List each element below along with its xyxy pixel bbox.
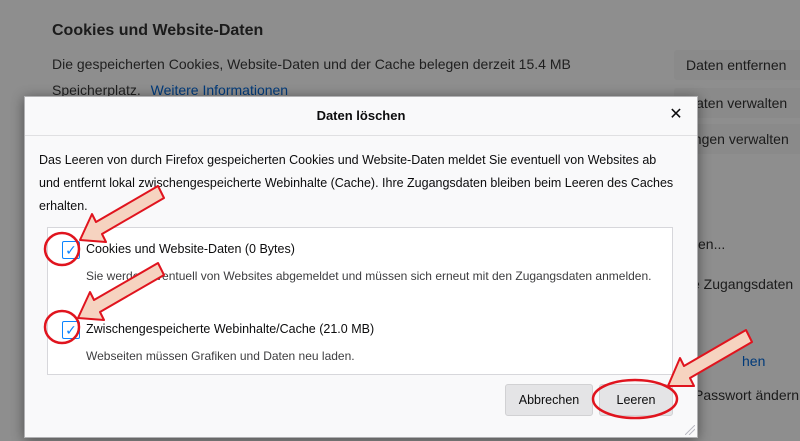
dialog-header: Daten löschen ✕ xyxy=(25,97,697,136)
cookies-checkbox[interactable]: ✓ xyxy=(62,241,80,259)
dialog-title: Daten löschen xyxy=(316,108,406,123)
remove-data-button[interactable]: Daten entfernen xyxy=(674,50,800,80)
background-link-3: hen xyxy=(742,353,766,369)
section-heading: Cookies und Website-Daten xyxy=(52,22,264,39)
resize-grip-icon[interactable] xyxy=(685,425,695,435)
storage-description: Die gespeicherten Cookies, Website-Daten… xyxy=(52,56,571,98)
close-icon[interactable]: ✕ xyxy=(667,106,685,124)
background-text-2: e Zugangsdaten xyxy=(692,276,794,292)
dialog-body-text: Das Leeren von durch Firefox gespeichert… xyxy=(39,153,674,213)
clear-button[interactable]: Leeren xyxy=(599,384,673,416)
cancel-button[interactable]: Abbrechen xyxy=(505,384,593,416)
cookies-label[interactable]: Cookies und Website-Daten (0 Bytes) xyxy=(86,242,295,256)
background-text-4: Passwort ändern xyxy=(694,387,800,403)
cache-checkbox[interactable]: ✓ xyxy=(62,321,80,339)
cache-label[interactable]: Zwischengespeicherte Webinhalte/Cache (2… xyxy=(86,322,374,336)
cache-description: Webseiten müssen Grafiken und Daten neu … xyxy=(86,349,355,363)
clear-data-dialog: Daten löschen ✕ Das Leeren von durch Fir… xyxy=(24,96,698,438)
background-text-1: en... xyxy=(698,236,726,252)
cookies-description: Sie werden eventuell von Websites abgeme… xyxy=(86,269,652,283)
options-box: ✓ Cookies und Website-Daten (0 Bytes) Si… xyxy=(47,227,673,375)
